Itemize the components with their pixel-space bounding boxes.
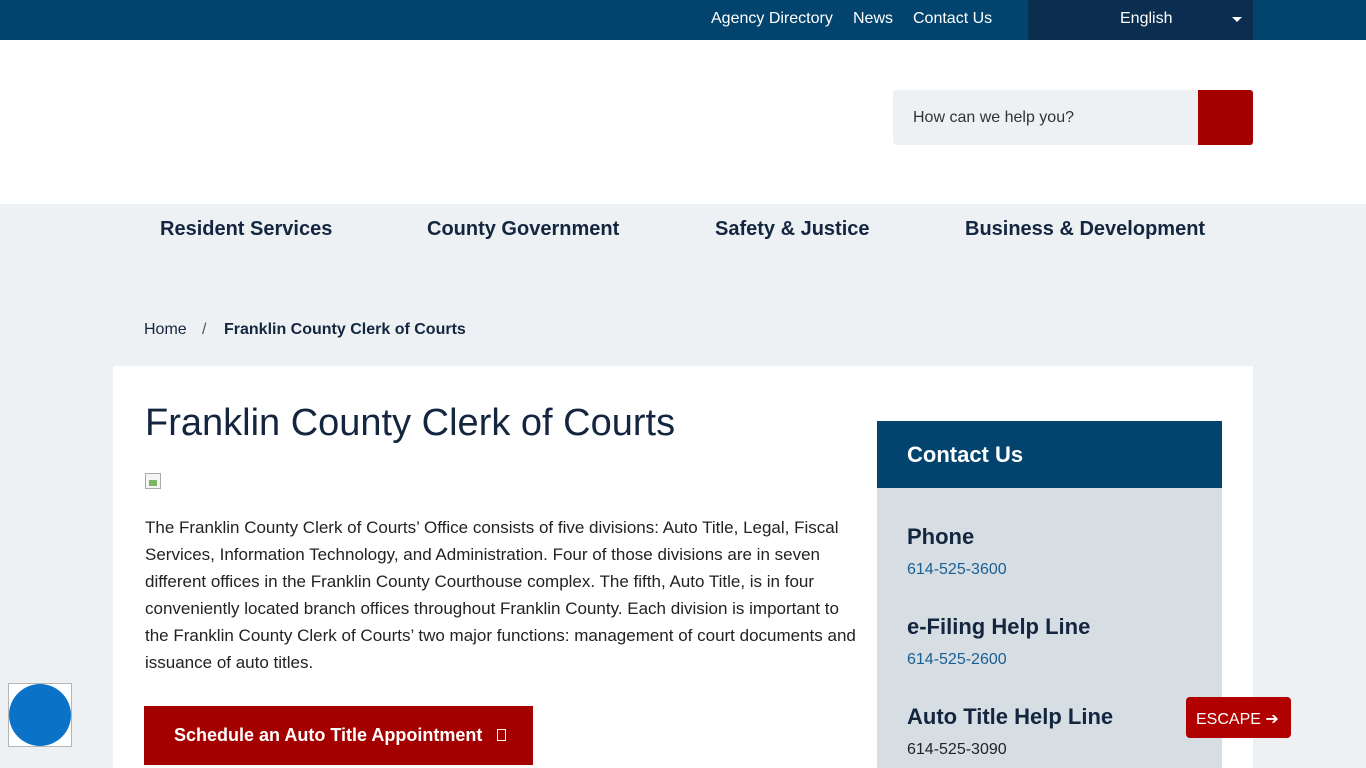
schedule-appointment-label: Schedule an Auto Title Appointment xyxy=(174,725,483,745)
nav-business-development[interactable]: Business & Development xyxy=(965,218,1205,241)
language-select[interactable]: English xyxy=(1028,0,1253,40)
breadcrumb-home-link[interactable]: Home xyxy=(144,321,187,339)
schedule-appointment-button[interactable]: Schedule an Auto Title Appointment xyxy=(144,706,533,765)
agency-directory-link[interactable]: Agency Directory xyxy=(711,10,833,28)
accessibility-icon xyxy=(9,684,71,746)
nav-county-government[interactable]: County Government xyxy=(427,218,619,241)
search-icon xyxy=(1215,107,1231,123)
search-input[interactable] xyxy=(893,90,1198,145)
search-box xyxy=(893,90,1253,145)
caret-down-icon xyxy=(1232,17,1242,22)
top-utility-bar: Agency Directory News Contact Us English xyxy=(0,0,1366,40)
intro-paragraph: The Franklin County Clerk of Courts’ Off… xyxy=(145,518,856,672)
accessibility-widget[interactable] xyxy=(8,683,72,747)
broken-image-icon xyxy=(145,473,161,489)
auto-title-help-line-phone: 614-525-3090 xyxy=(907,741,1007,758)
breadcrumb-separator: / xyxy=(202,321,207,338)
external-link-icon xyxy=(497,729,506,741)
breadcrumb-current: Franklin County Clerk of Courts xyxy=(224,321,466,338)
efiling-help-line-link[interactable]: 614-525-2600 xyxy=(907,651,1007,669)
page-title: Franklin County Clerk of Courts xyxy=(145,402,676,444)
nav-safety-justice[interactable]: Safety & Justice xyxy=(715,218,870,241)
language-label: English xyxy=(1120,10,1173,27)
news-link[interactable]: News xyxy=(853,10,893,28)
auto-title-help-line-label: Auto Title Help Line xyxy=(907,704,1114,729)
phone-link[interactable]: 614-525-3600 xyxy=(907,561,1007,579)
nav-resident-services[interactable]: Resident Services xyxy=(160,218,332,241)
contact-panel: Contact Us Phone 614-525-3600 e-Filing H… xyxy=(877,421,1222,768)
efiling-help-line-label: e-Filing Help Line xyxy=(907,614,1091,639)
escape-label: ESCAPE ➔ xyxy=(1196,711,1279,728)
phone-label: Phone xyxy=(907,524,975,549)
contact-us-link[interactable]: Contact Us xyxy=(913,10,992,28)
contact-panel-title: Contact Us xyxy=(907,442,1024,467)
search-button[interactable] xyxy=(1198,90,1253,145)
contact-panel-header: Contact Us xyxy=(877,421,1222,488)
escape-button[interactable]: ESCAPE ➔ xyxy=(1186,697,1291,738)
